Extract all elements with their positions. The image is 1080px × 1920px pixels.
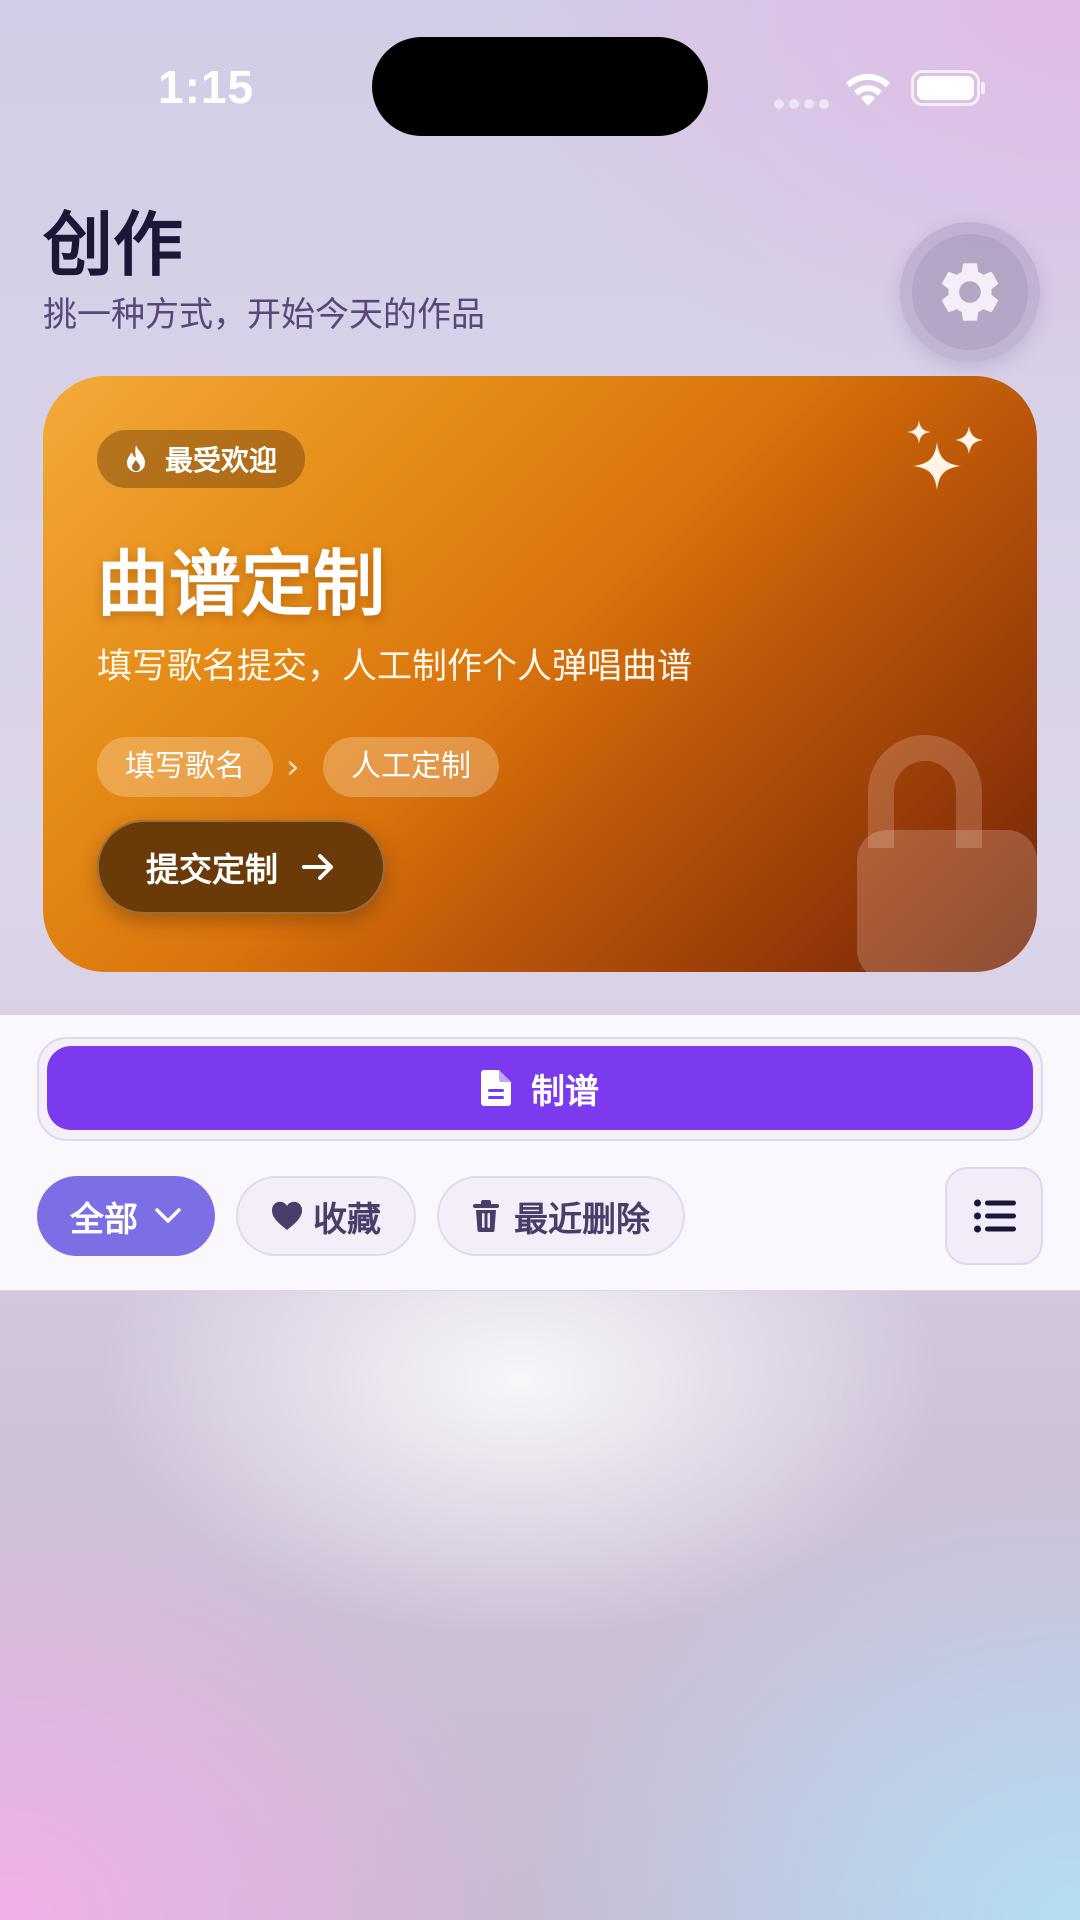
chevron-down-icon [155,1208,181,1223]
trash-icon [473,1200,499,1232]
dynamic-island [372,37,708,136]
action-panel: 制谱 全部 收藏 最近删除 [0,1015,1080,1291]
hero-description: 填写歌名提交，人工制作个人弹唱曲谱 [97,647,693,687]
make-score-button[interactable]: 制谱 [47,1046,1033,1130]
battery-icon [911,70,985,106]
settings-button[interactable] [900,222,1040,362]
step-chip-song-name: 填写歌名 [97,737,273,797]
filter-favorites-button[interactable]: 收藏 [236,1176,416,1256]
wifi-icon [846,73,890,106]
document-icon [481,1070,511,1106]
filter-all-button[interactable]: 全部 [37,1176,215,1256]
list-icon [974,1199,1016,1233]
submit-custom-label: 提交定制 [146,850,278,889]
filter-recently-deleted-button[interactable]: 最近删除 [437,1176,685,1256]
list-view-button[interactable] [945,1167,1043,1265]
popular-badge: 最受欢迎 [97,430,306,488]
arrow-right-icon [302,854,333,880]
cellular-signal-icon [774,94,834,109]
page-title: 创作 [43,204,183,286]
make-score-label: 制谱 [531,1071,599,1112]
submit-custom-button[interactable]: 提交定制 [97,820,385,914]
chevron-right-icon: › [286,747,300,787]
status-time: 1:15 [158,61,255,113]
heart-icon [271,1201,303,1230]
popular-badge-label: 最受欢迎 [165,444,278,477]
gear-icon [941,263,999,321]
sparkle-icon [907,420,983,490]
step-chip-manual-custom: 人工定制 [323,737,499,797]
flame-icon [127,445,145,472]
status-bar: 1:15 [0,0,1080,150]
filter-favorites-label: 收藏 [313,1199,381,1240]
filter-recently-deleted-label: 最近删除 [514,1199,650,1240]
filter-all-label: 全部 [70,1199,138,1240]
lock-icon [857,735,1037,972]
page-subtitle: 挑一种方式，开始今天的作品 [43,295,485,335]
custom-score-card[interactable]: 最受欢迎 曲谱定制 填写歌名提交，人工制作个人弹唱曲谱 填写歌名 › 人工定制 … [43,376,1037,972]
hero-title: 曲谱定制 [97,542,386,626]
